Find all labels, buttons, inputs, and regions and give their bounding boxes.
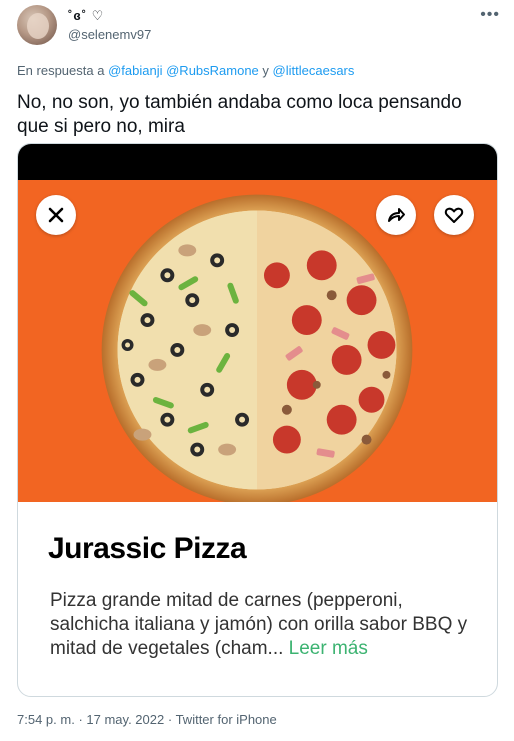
display-name[interactable]: ˚ɞ˚ ♡	[68, 8, 104, 24]
user-handle[interactable]: @selenemv97	[68, 27, 151, 42]
tweet-text: No, no son, yo también andaba como loca …	[17, 92, 462, 137]
share-button[interactable]	[376, 195, 416, 235]
tweet-source[interactable]: Twitter for iPhone	[176, 712, 277, 727]
tweet-date[interactable]: 17 may. 2022	[86, 712, 164, 727]
reply-context: En respuesta a @fabianji @RubsRamone y @…	[17, 63, 354, 78]
media-top-bar	[18, 144, 497, 180]
tweet-timestamp: 7:54 p. m. · 17 may. 2022 · Twitter for …	[17, 712, 277, 727]
read-more-link[interactable]: Leer más	[289, 638, 368, 659]
heart-icon	[444, 207, 464, 223]
media-card[interactable]: Jurassic Pizza Pizza grande mitad de car…	[17, 143, 498, 697]
product-description-text: Pizza grande mitad de carnes (pepperoni,…	[50, 590, 468, 659]
favorite-button[interactable]	[434, 195, 474, 235]
close-icon	[48, 207, 64, 223]
product-description: Pizza grande mitad de carnes (pepperoni,…	[50, 589, 480, 661]
reply-user-link[interactable]: @littlecaesars	[273, 63, 355, 78]
reply-joiner: y	[262, 63, 269, 78]
more-icon[interactable]: •••	[480, 6, 500, 24]
separator: ·	[167, 712, 173, 727]
product-title: Jurassic Pizza	[48, 532, 247, 565]
pizza-image	[101, 194, 413, 502]
share-icon	[388, 208, 405, 222]
tweet-time[interactable]: 7:54 p. m.	[17, 712, 75, 727]
separator: ·	[78, 712, 83, 727]
avatar[interactable]	[17, 5, 57, 45]
close-button[interactable]	[36, 195, 76, 235]
reply-user-link[interactable]: @RubsRamone	[166, 63, 259, 78]
reply-user-link[interactable]: @fabianji	[108, 63, 162, 78]
reply-prefix: En respuesta a	[17, 63, 105, 78]
